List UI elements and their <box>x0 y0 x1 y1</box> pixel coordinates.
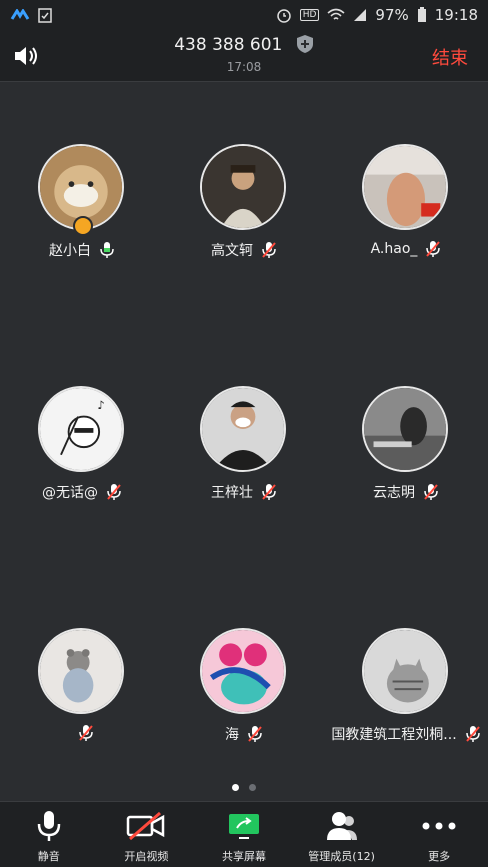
status-bar: HD 97% 19:18 <box>0 0 488 30</box>
status-right: HD 97% 19:18 <box>276 6 478 24</box>
participant-tile[interactable]: A.hao_ <box>326 144 486 284</box>
participant-tile[interactable]: 赵小白 <box>2 144 162 284</box>
manage-participants-button[interactable]: 管理成员(12) <box>293 802 391 867</box>
avatar <box>38 628 124 714</box>
meeting-header: 438 388 601 17:08 结束 <box>0 30 488 82</box>
mute-button[interactable]: 静音 <box>0 802 98 867</box>
share-screen-button[interactable]: 共享屏幕 <box>195 802 293 867</box>
avatar <box>200 628 286 714</box>
microphone-icon <box>37 811 61 841</box>
more-label: 更多 <box>428 850 451 863</box>
participant-name-row: 王梓壮 <box>164 482 324 502</box>
hd-badge: HD <box>299 9 320 21</box>
start-video-button[interactable]: 开启视频 <box>98 802 196 867</box>
avatar: ♪ <box>38 386 124 472</box>
participant-name-row: 云志明 <box>326 482 486 502</box>
participant-name-row: 国教建筑工程刘桐... <box>326 724 486 744</box>
battery-percent: 97% <box>375 6 409 24</box>
participant-name: 云志明 <box>373 485 415 501</box>
participant-grid: 赵小白 高文轲 A.hao_ ♪ @无话@ 王梓壮 云志明 海 国教建筑工程刘桐… <box>0 82 488 782</box>
avatar <box>362 386 448 472</box>
page-dot-active[interactable] <box>232 784 239 791</box>
participant-tile[interactable] <box>2 628 162 768</box>
avatar <box>362 144 448 230</box>
participant-tile[interactable]: 王梓壮 <box>164 386 324 526</box>
avatar <box>362 628 448 714</box>
mic-muted-icon <box>79 725 93 741</box>
signal-icon <box>354 9 367 21</box>
mic-muted-icon <box>107 484 121 500</box>
avatar <box>200 386 286 472</box>
participant-name: 国教建筑工程刘桐... <box>331 727 457 743</box>
mic-muted-icon <box>262 242 276 258</box>
alarm-icon <box>276 9 291 23</box>
participant-name: @无话@ <box>42 485 98 501</box>
participant-name: 海 <box>225 727 239 743</box>
mute-label: 静音 <box>37 850 60 863</box>
meeting-id-row[interactable]: 438 388 601 <box>0 34 488 55</box>
shield-icon <box>296 35 313 53</box>
page-dot[interactable] <box>249 784 256 791</box>
participants-icon <box>326 812 357 840</box>
participant-name: 赵小白 <box>49 243 91 259</box>
page-indicator[interactable] <box>0 784 488 791</box>
app-logo-icon <box>10 9 30 20</box>
participant-tile[interactable]: ♪ @无话@ <box>2 386 162 526</box>
mic-muted-icon <box>248 726 262 742</box>
participant-name-row: 高文轲 <box>164 240 324 260</box>
more-button[interactable]: 更多 <box>390 802 488 867</box>
end-meeting-button[interactable]: 结束 <box>432 44 468 70</box>
manage-participants-label: 管理成员(12) <box>308 850 375 863</box>
video-off-icon <box>127 811 165 841</box>
participant-tile[interactable]: 海 <box>164 628 324 768</box>
participant-name-row: @无话@ <box>2 482 162 502</box>
avatar <box>200 144 286 230</box>
more-dots-icon <box>422 822 456 830</box>
participant-name: 高文轲 <box>211 243 253 259</box>
participant-tile[interactable]: 云志明 <box>326 386 486 526</box>
clock: 19:18 <box>434 6 478 24</box>
participant-name: A.hao_ <box>370 241 418 257</box>
mic-on-icon <box>100 242 114 258</box>
participant-name: 王梓壮 <box>211 485 253 501</box>
mic-muted-icon <box>262 484 276 500</box>
meeting-id: 438 388 601 <box>174 35 283 55</box>
meeting-timer: 17:08 <box>226 60 262 74</box>
mic-muted-icon <box>426 241 441 257</box>
wifi-icon <box>327 8 345 20</box>
mic-muted-icon <box>465 726 480 742</box>
start-video-label: 开启视频 <box>124 850 169 863</box>
share-screen-icon <box>228 814 259 839</box>
host-badge-icon <box>73 216 93 236</box>
svg-text:♪: ♪ <box>97 398 104 412</box>
participant-tile[interactable]: 高文轲 <box>164 144 324 284</box>
mic-muted-icon <box>424 484 438 500</box>
checklist-icon <box>38 8 52 23</box>
bottom-toolbar: 静音 开启视频 共享屏幕 管理成员(12) 更多 <box>0 801 488 867</box>
participant-name-row: 海 <box>164 724 324 744</box>
battery-icon <box>417 7 426 22</box>
status-left <box>10 7 52 23</box>
participant-name-row: A.hao_ <box>326 240 486 258</box>
participant-tile[interactable]: 国教建筑工程刘桐... <box>326 628 486 768</box>
participant-name-row: 赵小白 <box>2 240 162 260</box>
share-screen-label: 共享屏幕 <box>221 850 266 863</box>
participant-name-row <box>2 724 162 742</box>
